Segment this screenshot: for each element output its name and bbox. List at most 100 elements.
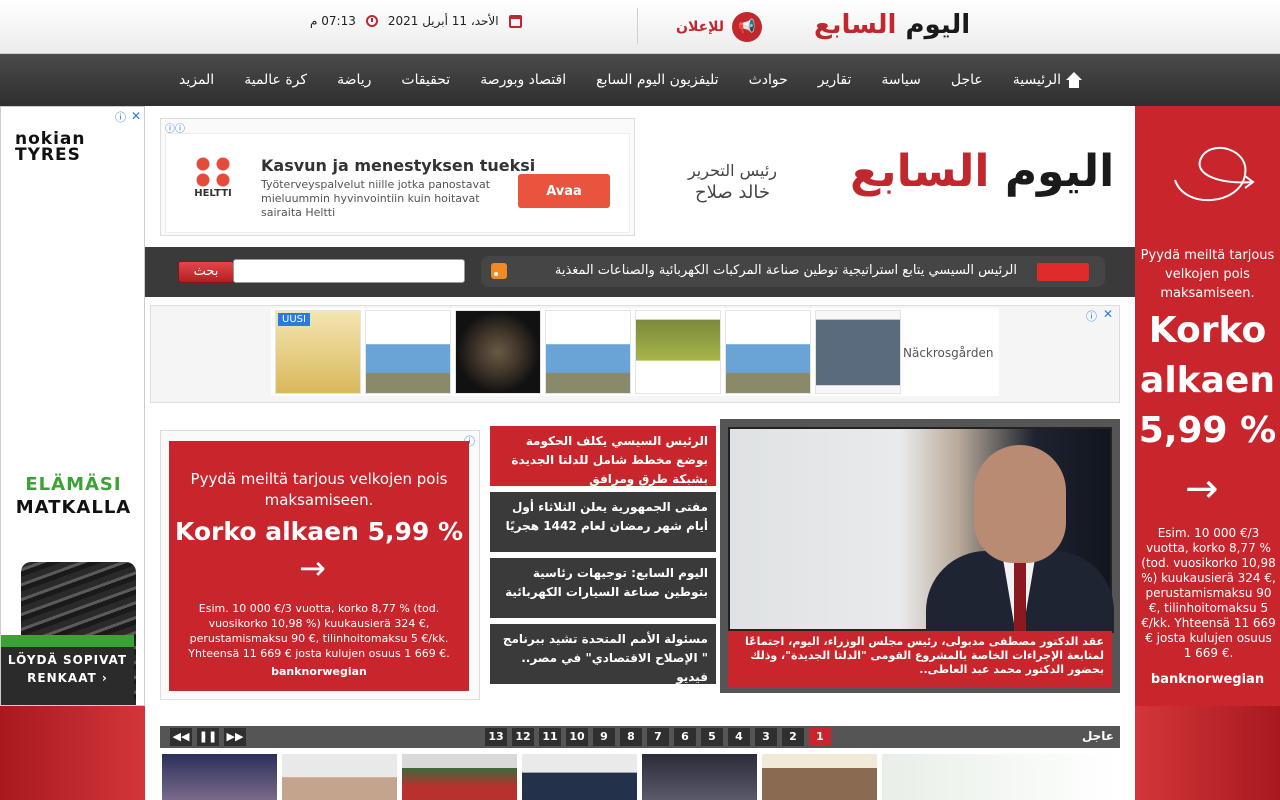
breaking-label: عاجل [1081,729,1114,743]
page-11[interactable]: 11 [539,728,561,746]
current-date: الأحد، 11 أبريل 2021 [387,14,499,28]
ad-fineprint: Esim. 10 000 €/3 vuotta, korko 8,77 % (t… [188,602,450,660]
pause-icon[interactable]: ❚❚ [197,728,219,746]
ticker-badge [1037,263,1089,281]
rectangle-ad[interactable]: ⓘ Pyydä meiltä tarjous velkojen pois mak… [160,430,480,700]
search-button[interactable]: بحث [178,261,234,283]
breaking-news-pager: ◀◀ ❚❚ ▶▶ 13 12 11 10 9 8 7 6 5 4 3 2 1 ع… [160,726,1120,748]
page-8[interactable]: 8 [620,728,642,746]
header-banner-ad[interactable]: ⓘⓘ HELTTI Kasvun ja menestyksen tueksi T… [160,118,635,236]
rss-icon[interactable] [491,263,507,279]
ad-close-icon[interactable]: ✕ [131,109,141,123]
logo-part-dark: اليوم [905,10,971,40]
heltti-logo: HELTTI [188,156,238,206]
advertiser-name: Näckrosgården [903,346,994,360]
site-logo[interactable]: اليوم السابع [850,146,1114,197]
ad-lead-text: Pyydä meiltä tarjous velkojen pois maksa… [190,470,448,509]
page-9[interactable]: 9 [593,728,615,746]
news-thumbnail[interactable] [642,754,757,800]
ad-info-icon[interactable]: ⓘ [115,109,126,125]
news-thumbnail[interactable] [762,754,877,800]
nav-item-sports[interactable]: رياضة [322,72,386,88]
news-ticker[interactable]: الرئيس السيسي يتابع استراتيجية توطين صنا… [481,256,1105,287]
nokian-logo: nokian TYRES [15,129,86,165]
product-tile[interactable] [725,310,811,394]
nav-item-world-football[interactable]: كرة عالمية [229,72,322,88]
ad-headline: Korko alkaen 5,99 % [174,517,464,546]
ad-text: Työterveyspalvelut niille jotka panostav… [261,178,491,219]
page-6[interactable]: 6 [674,728,696,746]
hero-image[interactable] [728,427,1114,633]
right-skyscraper-ad[interactable]: Pyydä meiltä tarjous velkojen pois maksa… [1135,106,1280,706]
logo-part-red: السابع [814,10,897,40]
current-time: 07:13 م [310,14,356,28]
ticker-headline[interactable]: الرئيس السيسي يتابع استراتيجية توطين صنا… [555,263,1017,278]
product-tile[interactable] [455,310,541,394]
news-thumbnail[interactable] [162,754,277,800]
thumbnail-row [160,754,1120,800]
ad-close-icon[interactable]: ✕ [1103,307,1113,321]
ad-body: Pyydä meiltä tarjous velkojen pois maksa… [169,441,469,691]
nav-item-tv[interactable]: تليفزيون اليوم السابع [581,72,733,88]
nav-item-breaking[interactable]: عاجل [936,72,998,88]
news-item[interactable]: اليوم السابع: توجيهات رئاسية بتوطين صناع… [490,558,716,618]
page-4[interactable]: 4 [728,728,750,746]
page-13[interactable]: 13 [485,728,507,746]
search-input[interactable] [233,259,465,283]
ad-slogan: ELÄMÄSI MATKALLA [15,474,132,518]
news-item[interactable]: الرئيس السيسي يكلف الحكومة بوضع مخطط شام… [490,426,716,486]
ad-open-button[interactable]: Avaa [518,174,610,208]
product-tile[interactable]: UUSI [275,310,361,394]
nav-item-accidents[interactable]: حوادث [734,72,803,88]
news-thumbnail[interactable] [522,754,637,800]
news-item[interactable]: مفتى الجمهورية يعلن الثلاثاء أول أيام شه… [490,492,716,552]
site-logo-small[interactable]: اليوم السابع [814,10,970,40]
page-2[interactable]: 2 [782,728,804,746]
divider [637,8,638,44]
page-12[interactable]: 12 [512,728,534,746]
top-bar: الأحد، 11 أبريل 2021 07:13 م 📢 للإعلان ا… [0,0,1280,54]
product-tile[interactable] [365,310,451,394]
calendar-icon [508,14,522,28]
rewind-icon[interactable]: ◀◀ [170,728,192,746]
background-ad-right [1135,706,1280,800]
page-7[interactable]: 7 [647,728,669,746]
product-tile[interactable] [815,310,901,394]
page-3[interactable]: 3 [755,728,777,746]
news-thumbnail[interactable] [882,754,1118,800]
editor-in-chief: رئيس التحرير خالد صلاح [687,161,778,203]
ad-title: Kasvun ja menestyksen tueksi [261,156,536,175]
ad-cta-button[interactable]: LÖYDÄ SOPIVAT RENKAAT › [1,647,134,705]
megaphone-icon: 📢 [732,12,763,42]
news-thumbnail[interactable] [402,754,517,800]
bank-logo: banknorwegian [1150,672,1265,687]
arrow-right-icon: → [299,549,326,587]
ad-info-icon[interactable]: ⓘ [1086,308,1097,324]
clock-icon [365,15,378,27]
new-badge: UUSI [278,313,310,326]
nav-item-more[interactable]: المزيد [164,72,229,88]
news-item[interactable]: مسئولة الأمم المتحدة تشيد ببرنامج " الإص… [490,624,716,684]
nav-item-economy[interactable]: اقتصاد وبورصة [465,72,581,88]
page-1[interactable]: 1 [809,728,831,746]
product-tile[interactable] [545,310,631,394]
nav-item-investigations[interactable]: تحقيقات [386,72,465,88]
swirl-arrow-icon [1174,146,1255,202]
product-strip-ad[interactable]: UUSI Näckrosgården ⓘ ✕ [150,305,1120,403]
news-thumbnail[interactable] [282,754,397,800]
home-icon [1065,72,1083,88]
product-tile[interactable] [635,310,721,394]
page-10[interactable]: 10 [566,728,588,746]
advertise-link[interactable]: 📢 للإعلان [676,12,763,42]
hero-caption[interactable]: عقد الدكتور مصطفى مدبولى، رئيس مجلس الوز… [728,631,1112,687]
background-ad-left [0,706,145,800]
nav-item-home[interactable]: الرئيسية [998,72,1098,88]
hero-story[interactable]: عقد الدكتور مصطفى مدبولى، رئيس مجلس الوز… [720,419,1120,693]
left-skyscraper-ad[interactable]: ⓘ ✕ nokian TYRES ELÄMÄSI MATKALLA LÖYDÄ … [0,106,145,706]
page-5[interactable]: 5 [701,728,723,746]
bank-logo: banknorwegian [271,665,367,678]
ad-lead-text: Pyydä meiltä tarjous velkojen pois maksa… [1140,248,1275,301]
nav-item-politics[interactable]: سياسة [866,72,935,88]
nav-item-reports[interactable]: تقارير [803,72,867,88]
fast-forward-icon[interactable]: ▶▶ [224,728,246,746]
